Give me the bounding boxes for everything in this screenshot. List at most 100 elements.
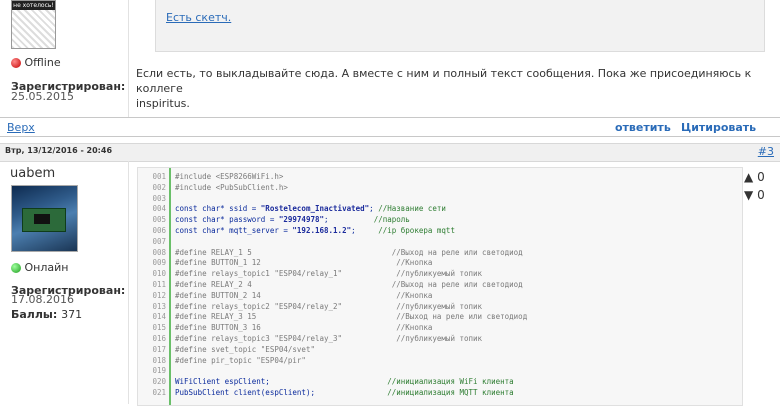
code-token: ;	[369, 204, 379, 214]
avatar[interactable]	[11, 185, 78, 252]
offline-status-icon	[11, 58, 21, 68]
code-token: ;	[351, 225, 379, 235]
code-token: const char* mqtt_server =	[175, 225, 293, 235]
line-number: 003	[152, 193, 166, 203]
code-gutter	[169, 168, 171, 405]
code-token: //Название сети	[378, 204, 446, 214]
code-token: //пароль	[373, 215, 410, 225]
post-body: Если есть, то выкладывайте сюда. А вмест…	[136, 66, 766, 111]
avatar-chip-shape	[34, 214, 50, 224]
code-token: #include <ESP8266WiFi.h>	[175, 172, 284, 181]
code-token: #define RELAY_1 5	[175, 247, 392, 257]
code-line: #define RELAY_3 15 //Выход на реле или с…	[175, 312, 527, 323]
code-line: PubSubClient client(espClient); //инициа…	[175, 388, 527, 399]
post-footer: Верх ответить Цитировать	[0, 118, 780, 137]
post-body-line: Если есть, то выкладывайте сюда. А вмест…	[136, 67, 752, 95]
line-number: 012	[152, 290, 166, 300]
code-token: //Выход на реле или светодиод	[391, 279, 523, 289]
code-line: WiFiClient espClient; //инициализация Wi…	[175, 377, 527, 388]
code-token: #define relays_topic3 "ESP04/relay_3"	[175, 333, 397, 343]
code-line: #define relays_topic2 "ESP04/relay_2" //…	[175, 302, 527, 313]
line-number: 007	[152, 236, 166, 246]
line-number: 001	[152, 172, 166, 181]
line-number: 009	[152, 258, 166, 268]
arrow-down-icon[interactable]: ▼	[744, 188, 753, 202]
code-line: #include <ESP8266WiFi.h>	[175, 172, 527, 183]
points-row: Баллы: 371	[11, 308, 82, 321]
code-token: "Rostelecom_Inactivated"	[260, 204, 370, 214]
line-number: 002	[152, 182, 166, 192]
line-number: 006	[152, 225, 166, 235]
code-token: #define relays_topic1 "ESP04/relay_1"	[175, 269, 397, 279]
vote-up-count: 0	[757, 170, 765, 184]
back-to-top-link[interactable]: Верх	[7, 121, 35, 134]
quote-post-link[interactable]: Цитировать	[681, 121, 756, 134]
code-token: //Выход на реле или светодиод	[396, 312, 528, 322]
code-token: //публикуемый топик	[396, 269, 483, 279]
code-line: const char* password = "29974978"; //пар…	[175, 215, 527, 226]
line-number: 018	[152, 355, 166, 365]
line-number: 011	[152, 279, 166, 289]
code-line: #define relays_topic1 "ESP04/relay_1" //…	[175, 269, 527, 280]
arrow-up-icon[interactable]: ▲	[744, 170, 753, 184]
code-token: const char* password =	[175, 215, 279, 225]
line-number: 017	[152, 344, 166, 354]
line-number: 020	[152, 377, 166, 387]
line-number: 013	[152, 301, 166, 311]
code-token: #define RELAY_2 4	[175, 279, 392, 289]
code-token: "192.168.1.2"	[292, 225, 352, 235]
code-block: 001 002 003 004 005 006 007 008 009 010 011 012 013 0…	[137, 167, 743, 406]
code-token: //Кнопка	[396, 323, 433, 333]
code-line: const char* mqtt_server = "192.168.1.2";…	[175, 226, 527, 237]
status-text: Offline	[24, 56, 61, 69]
post-date: Втр, 13/12/2016 - 20:46	[5, 146, 113, 155]
code-lines: #include <ESP8266WiFi.h> #include <PubSub…	[175, 172, 527, 399]
quote-block: Есть скетч.	[155, 0, 765, 52]
points-label: Баллы:	[11, 308, 58, 321]
code-token: #define RELAY_3 15	[175, 312, 397, 322]
code-token: //ip брокера mqtt	[378, 225, 455, 235]
username[interactable]: uabem	[10, 166, 55, 181]
code-token: #define pir_topic "ESP04/pir"	[175, 355, 306, 365]
line-number: 005	[152, 215, 166, 225]
line-number: 008	[152, 247, 166, 257]
line-number: 015	[152, 323, 166, 333]
code-token: //публикуемый топик	[396, 301, 483, 311]
post-header: Втр, 13/12/2016 - 20:46 #3	[0, 143, 780, 162]
avatar-caption: не хотелось!	[12, 1, 55, 10]
line-numbers: 001 002 003 004 005 006 007 008 009 010 011 012 013 0…	[138, 172, 166, 399]
registered-date: 17.08.2016	[11, 293, 74, 306]
code-token: #define relays_topic2 "ESP04/relay_2"	[175, 301, 397, 311]
code-token: //Выход на реле или светодиод	[391, 247, 523, 257]
code-line: #define BUTTON_3 16 //Кнопка	[175, 323, 527, 334]
code-token: //Кнопка	[396, 290, 433, 300]
code-token: #include <PubSubClient.h>	[175, 182, 288, 192]
code-token: #define BUTTON_3 16	[175, 323, 397, 333]
reply-link[interactable]: ответить	[615, 121, 671, 134]
post-permalink[interactable]: #3	[758, 145, 774, 158]
code-line: #include <PubSubClient.h>	[175, 183, 527, 194]
code-token: //инициализация WiFi клиента	[387, 377, 514, 387]
user-status: Offline	[11, 56, 61, 69]
line-number: 016	[152, 333, 166, 343]
vote-up[interactable]: ▲ 0	[744, 170, 765, 184]
avatar[interactable]: не хотелось!	[11, 0, 56, 49]
vote-down[interactable]: ▼ 0	[744, 188, 765, 202]
registered-date: 25.05.2015	[11, 90, 74, 103]
code-token: //Кнопка	[396, 258, 433, 268]
status-text: Онлайн	[24, 261, 69, 274]
code-line: #define BUTTON_2 14 //Кнопка	[175, 291, 527, 302]
quote-link[interactable]: Есть скетч.	[166, 11, 231, 24]
code-token: #define svet_topic "ESP04/svet"	[175, 344, 315, 354]
code-token: //публикуемый топик	[396, 333, 483, 343]
post-body-line: inspiritus.	[136, 97, 190, 110]
line-number: 021	[152, 387, 166, 397]
code-line: #define RELAY_1 5 //Выход на реле или св…	[175, 248, 527, 259]
code-line: #define BUTTON_1 12 //Кнопка	[175, 258, 527, 269]
code-token: "29974978"	[278, 215, 325, 225]
user-status: Онлайн	[11, 261, 68, 274]
line-number: 019	[152, 366, 166, 376]
code-line: #define svet_topic "ESP04/svet"	[175, 345, 527, 356]
